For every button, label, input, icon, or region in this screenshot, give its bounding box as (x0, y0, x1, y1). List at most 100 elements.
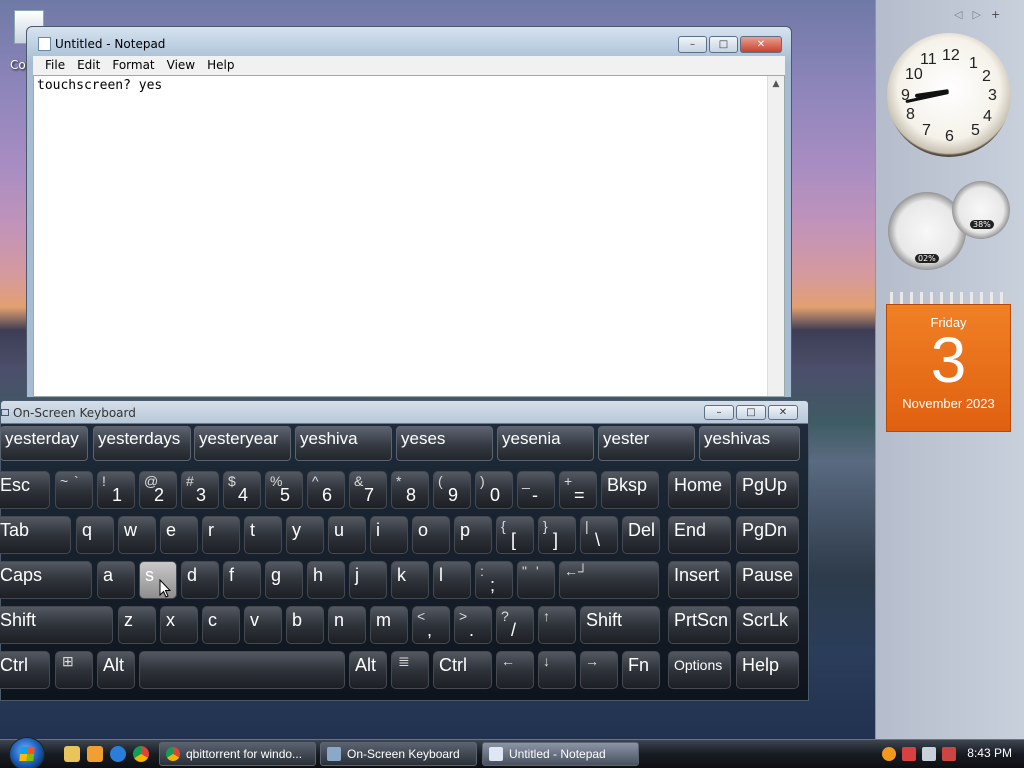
key-v[interactable]: v (244, 606, 282, 644)
key-del[interactable]: Del (622, 516, 660, 554)
suggestion-4[interactable]: yeshiva (295, 426, 392, 461)
key-scrlk[interactable]: ScrLk (736, 606, 799, 644)
explorer-quicklaunch-icon[interactable] (64, 746, 80, 762)
key-c[interactable]: c (202, 606, 240, 644)
osk-close-button[interactable]: ✕ (768, 405, 798, 420)
sidebar-add-gadget-icon[interactable]: + (991, 8, 1000, 21)
key-comma[interactable]: <, (412, 606, 450, 644)
task-qbittorrent[interactable]: qbittorrent for windo... (159, 742, 316, 766)
suggestion-8[interactable]: yeshivas (699, 426, 800, 461)
notepad-text-area[interactable]: touchscreen? yes ▲ (33, 75, 785, 397)
key-q[interactable]: q (76, 516, 114, 554)
key-tilde[interactable]: ~ ` (55, 471, 93, 509)
menu-edit[interactable]: Edit (71, 56, 106, 75)
key-windows[interactable]: ⊞ (55, 651, 93, 689)
calendar-gadget[interactable]: Friday 3 November 2023 (886, 304, 1011, 432)
key-equals[interactable]: + = (559, 471, 597, 509)
key-x[interactable]: x (160, 606, 198, 644)
key-k[interactable]: k (391, 561, 429, 599)
key-o[interactable]: o (412, 516, 450, 554)
key-u[interactable]: u (328, 516, 366, 554)
osk-maximize-button[interactable]: □ (736, 405, 766, 420)
sidebar-next-icon[interactable]: ▷ (972, 8, 980, 21)
network-icon[interactable] (922, 747, 936, 761)
key-a[interactable]: a (97, 561, 135, 599)
key-i[interactable]: i (370, 516, 408, 554)
key-r[interactable]: r (202, 516, 240, 554)
key-1[interactable]: ! 1 (97, 471, 135, 509)
key-left-bracket[interactable]: {[ (496, 516, 534, 554)
key-quote[interactable]: " ' (517, 561, 555, 599)
key-0[interactable]: ) 0 (475, 471, 513, 509)
notepad-scrollbar[interactable]: ▲ (767, 76, 784, 396)
sidebar-prev-icon[interactable]: ◁ (954, 8, 962, 21)
menu-format[interactable]: Format (106, 56, 160, 75)
key-insert[interactable]: Insert (668, 561, 731, 599)
key-2[interactable]: @2 (139, 471, 177, 509)
notepad-maximize-button[interactable]: □ (709, 36, 738, 53)
clock-time[interactable]: 8:43 PM (967, 746, 1012, 760)
key-p[interactable]: p (454, 516, 492, 554)
key-menu[interactable]: ≣ (391, 651, 429, 689)
key-b[interactable]: b (286, 606, 324, 644)
key-prtscn[interactable]: PrtScn (668, 606, 731, 644)
key-9[interactable]: (9 (433, 471, 471, 509)
key-3[interactable]: #3 (181, 471, 219, 509)
suggestion-1[interactable]: yesterday (0, 426, 88, 461)
key-f[interactable]: f (223, 561, 261, 599)
key-tab[interactable]: Tab (0, 516, 71, 554)
key-pause[interactable]: Pause (736, 561, 799, 599)
key-left-ctrl[interactable]: Ctrl (0, 651, 50, 689)
start-button[interactable] (9, 737, 45, 768)
key-down-arrow[interactable]: ↓ (538, 651, 576, 689)
task-notepad[interactable]: Untitled - Notepad (482, 742, 639, 766)
key-7[interactable]: & 7 (349, 471, 387, 509)
key-n[interactable]: n (328, 606, 366, 644)
key-esc[interactable]: Esc (0, 471, 50, 509)
key-fn[interactable]: Fn (622, 651, 660, 689)
key-semicolon[interactable]: :; (475, 561, 513, 599)
key-left-alt[interactable]: Alt (97, 651, 135, 689)
suggestion-3[interactable]: yesteryear (194, 426, 291, 461)
key-minus[interactable]: _ - (517, 471, 555, 509)
key-j[interactable]: j (349, 561, 387, 599)
notepad-minimize-button[interactable]: – (678, 36, 707, 53)
key-right-alt[interactable]: Alt (349, 651, 387, 689)
key-right-bracket[interactable]: }] (538, 516, 576, 554)
menu-view[interactable]: View (161, 56, 201, 75)
key-left-arrow[interactable]: ← (496, 651, 534, 689)
key-slash[interactable]: ? / (496, 606, 534, 644)
chrome-icon[interactable] (133, 746, 149, 762)
suggestion-6[interactable]: yesenia (497, 426, 594, 461)
key-end[interactable]: End (668, 516, 731, 554)
key-g[interactable]: g (265, 561, 303, 599)
key-d[interactable]: d (181, 561, 219, 599)
key-period[interactable]: >. (454, 606, 492, 644)
key-enter[interactable]: ←┘ (559, 561, 659, 599)
scroll-up-arrow-icon[interactable]: ▲ (768, 79, 784, 89)
menu-file[interactable]: File (39, 56, 71, 75)
key-pgdn[interactable]: PgDn (736, 516, 799, 554)
key-options[interactable]: Options (668, 651, 731, 689)
key-home[interactable]: Home (668, 471, 731, 509)
key-right-arrow[interactable]: → (580, 651, 618, 689)
clock-gadget[interactable]: 12 1 2 3 4 5 6 7 8 9 10 11 (887, 33, 1011, 157)
key-help[interactable]: Help (736, 651, 799, 689)
key-5[interactable]: % 5 (265, 471, 303, 509)
key-w[interactable]: w (118, 516, 156, 554)
key-right-ctrl[interactable]: Ctrl (433, 651, 492, 689)
key-left-shift[interactable]: Shift (0, 606, 113, 644)
osk-minimize-button[interactable]: – (704, 405, 734, 420)
memory-meter-gadget[interactable]: 38% (952, 181, 1010, 239)
key-right-shift[interactable]: Shift (580, 606, 660, 644)
volume-muted-icon[interactable] (942, 747, 956, 761)
key-m[interactable]: m (370, 606, 408, 644)
key-8[interactable]: * 8 (391, 471, 429, 509)
notepad-content[interactable]: touchscreen? yes (34, 76, 784, 95)
key-up-arrow[interactable]: ↑ (538, 606, 576, 644)
key-e[interactable]: e (160, 516, 198, 554)
suggestion-2[interactable]: yesterdays (93, 426, 191, 461)
key-4[interactable]: $4 (223, 471, 261, 509)
key-6[interactable]: ^ 6 (307, 471, 345, 509)
key-h[interactable]: h (307, 561, 345, 599)
